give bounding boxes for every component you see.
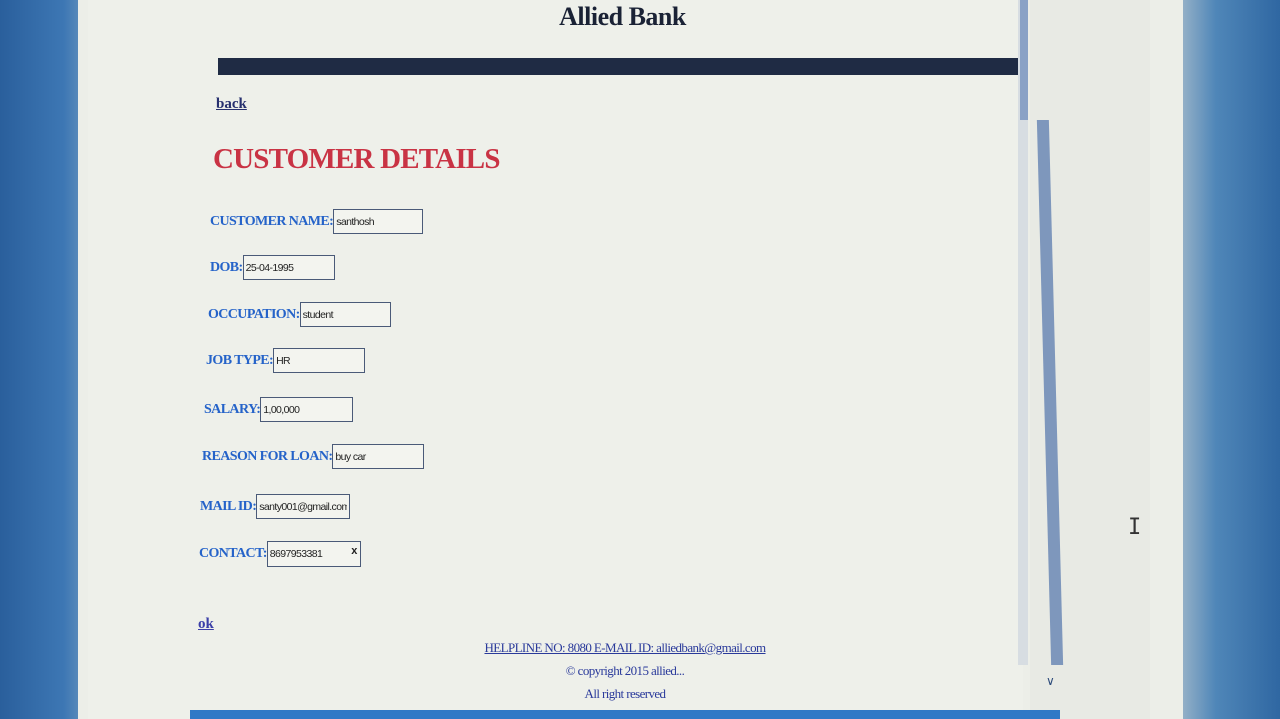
mail-id-input[interactable]: [256, 494, 351, 519]
clear-input-icon[interactable]: x: [351, 545, 357, 557]
back-link[interactable]: back: [216, 96, 247, 113]
page-title: CUSTOMER DETAILS: [213, 143, 500, 175]
dob-input[interactable]: [242, 255, 335, 280]
reason-for-loan-label: REASON FOR LOAN:: [202, 448, 333, 464]
customer-name-row: CUSTOMER NAME:: [210, 209, 424, 234]
text-cursor-icon: I: [1128, 515, 1142, 540]
occupation-input[interactable]: [299, 302, 391, 327]
header-divider-bar: [218, 58, 1018, 75]
chevron-down-icon[interactable]: ∨: [1046, 674, 1055, 688]
dob-row: DOB:: [210, 255, 335, 280]
contact-row: CONTACT: x: [199, 541, 361, 567]
job-type-input[interactable]: [273, 348, 366, 373]
occupation-label: OCCUPATION:: [208, 306, 300, 322]
scrollbar-track-upper: [1020, 0, 1028, 120]
job-type-label: JOB TYPE:: [206, 352, 274, 368]
dob-label: DOB:: [210, 259, 243, 275]
mail-id-row: MAIL ID:: [200, 494, 351, 519]
occupation-row: OCCUPATION:: [208, 302, 391, 327]
contact-input[interactable]: [266, 541, 361, 567]
mail-id-label: MAIL ID:: [200, 498, 257, 514]
salary-label: SALARY:: [204, 401, 261, 417]
reason-for-loan-row: REASON FOR LOAN:: [202, 444, 425, 469]
footer-helpline: HELPLINE NO: 8080 E-MAIL ID: alliedbank@…: [484, 640, 766, 655]
contact-label: CONTACT:: [199, 546, 267, 561]
taskbar-edge: [190, 710, 1060, 719]
footer: HELPLINE NO: 8080 E-MAIL ID: alliedbank@…: [470, 636, 780, 705]
ok-link[interactable]: ok: [198, 616, 214, 633]
salary-row: SALARY:: [204, 397, 354, 422]
customer-name-label: CUSTOMER NAME:: [210, 213, 334, 229]
footer-rights: All right reserved: [584, 686, 667, 701]
bank-title: Allied Bank: [559, 2, 686, 31]
job-type-row: JOB TYPE:: [206, 348, 366, 373]
footer-copyright: © copyright 2015 allied...: [565, 663, 685, 678]
salary-input[interactable]: [260, 397, 354, 422]
contact-input-wrapper: x: [266, 541, 361, 567]
reason-for-loan-input[interactable]: [332, 444, 425, 469]
customer-name-input[interactable]: [333, 209, 424, 234]
